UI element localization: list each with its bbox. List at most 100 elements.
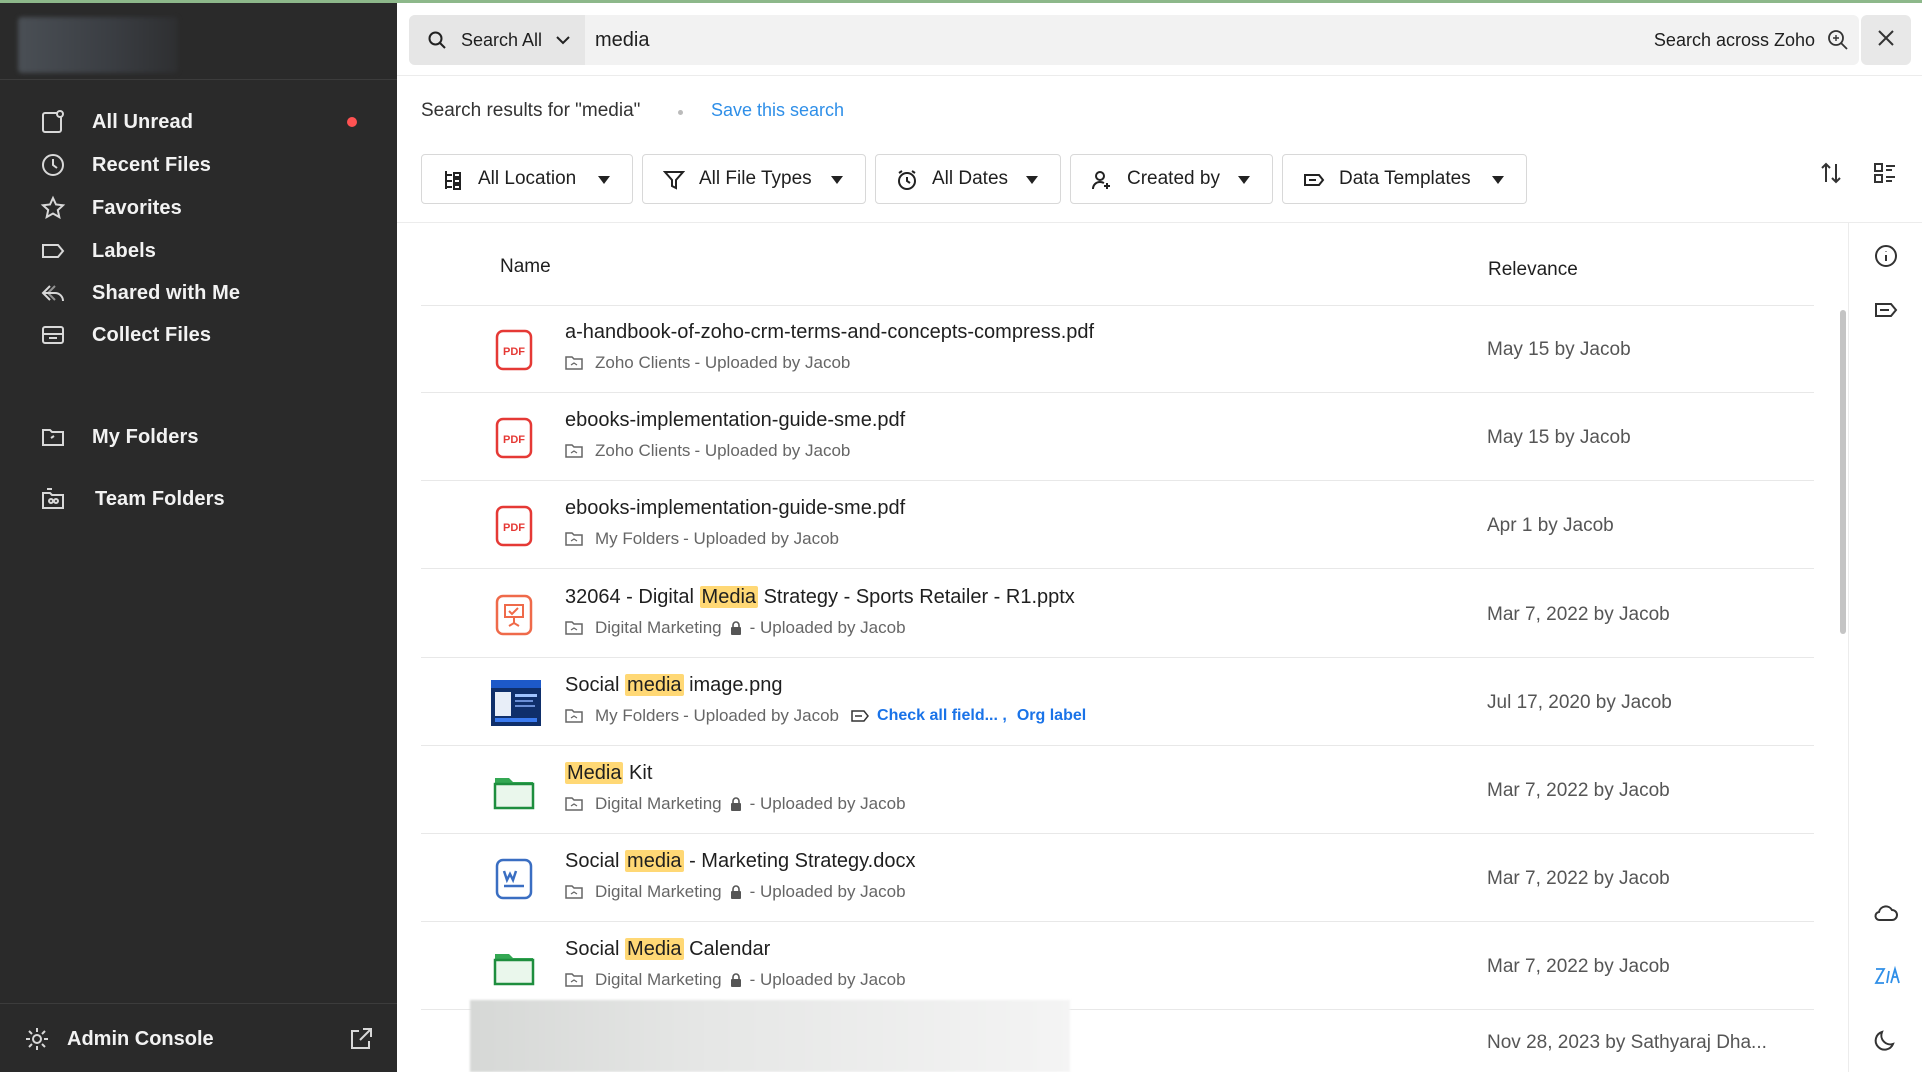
clock-icon <box>38 150 68 180</box>
file-name-text: ebooks-implementation-guide-sme.pdf <box>565 409 906 432</box>
filter-created-by[interactable]: Created by <box>1070 154 1273 204</box>
sidebar-divider <box>0 79 397 80</box>
sidebar-item-label: Labels <box>92 239 156 262</box>
folder-name[interactable]: My Folders <box>595 529 679 549</box>
table-row[interactable]: Social Media Calendar Digital Marketing - … <box>421 924 1814 1011</box>
sidebar-item-recent-files[interactable]: Recent Files <box>0 142 397 188</box>
file-name-text: Social <box>565 850 626 873</box>
cloud-icon[interactable] <box>1873 900 1899 926</box>
save-search-link[interactable]: Save this search <box>711 100 844 121</box>
label-link[interactable]: Org label <box>1017 707 1086 725</box>
folder-name[interactable]: Digital Marketing <box>595 882 722 902</box>
folder-location-icon <box>565 972 595 988</box>
filter-location-label: All Location <box>478 168 577 189</box>
org-logo[interactable] <box>18 17 178 73</box>
search-highlight: media <box>625 673 684 696</box>
table-row[interactable]: 32064 - Digital Media Strategy - Sports … <box>421 572 1814 658</box>
uploaded-by: - Uploaded by Jacob <box>749 970 906 990</box>
filter-file-types[interactable]: All File Types <box>642 154 866 204</box>
search-box: Search All Search across Zoho <box>409 15 1859 65</box>
table-row[interactable]: Social media image.png My Folders - Uploa… <box>421 660 1814 746</box>
file-name-text: Social <box>565 673 626 696</box>
unread-indicator <box>347 117 357 127</box>
file-meta: Digital Marketing - Uploaded by Jacob <box>565 618 906 638</box>
table-row[interactable]: PDF ebooks-implementation-guide-sme.pdf My… <box>421 483 1814 570</box>
filter-dates[interactable]: All Dates <box>875 154 1061 204</box>
relevance-text: Apr 1 by Jacob <box>1487 515 1614 537</box>
table-row[interactable]: Media Kit Digital Marketing - Uploaded by … <box>421 748 1814 834</box>
svg-text:PDF: PDF <box>503 522 525 534</box>
zoho-search-icon[interactable] <box>1827 29 1849 56</box>
sidebar-item-all-unread[interactable]: All Unread <box>0 99 397 145</box>
sidebar-item-label: Recent Files <box>92 153 212 176</box>
folder-name[interactable]: Digital Marketing <box>595 618 722 638</box>
search-scope-dropdown[interactable]: Search All <box>409 15 585 65</box>
pdf-file-icon: PDF <box>491 503 537 549</box>
filter-location[interactable]: All Location <box>421 154 633 204</box>
file-meta: Digital Marketing - Uploaded by Jacob <box>565 882 906 902</box>
sidebar-item-label: Collect Files <box>92 323 212 346</box>
lock-icon <box>722 885 750 900</box>
search-across-zoho[interactable]: Search across Zoho <box>1654 15 1815 65</box>
file-name[interactable]: ebooks-implementation-guide-sme.pdf <box>565 409 905 432</box>
filter-created-by-label: Created by <box>1127 168 1220 189</box>
sort-icon[interactable] <box>1818 160 1844 186</box>
external-link-icon[interactable] <box>348 1026 376 1054</box>
file-name-text: ebooks-implementation-guide-sme.pdf <box>565 497 906 520</box>
folder-name[interactable]: Zoho Clients <box>595 353 690 373</box>
admin-console-link[interactable]: Admin Console <box>0 1003 397 1072</box>
close-search-button[interactable] <box>1861 15 1911 65</box>
sidebar-item-favorites[interactable]: Favorites <box>0 185 397 231</box>
column-header-relevance[interactable]: Relevance <box>1488 259 1578 281</box>
file-name-text: - Marketing Strategy.docx <box>683 850 916 873</box>
folder-location-icon <box>565 531 595 547</box>
file-name[interactable]: 32064 - Digital Media Strategy - Sports … <box>565 585 1075 609</box>
label-link[interactable]: Check all field... , <box>877 707 1007 725</box>
folder-green-icon <box>491 944 537 990</box>
folder-green-icon <box>491 768 537 814</box>
sidebar-item-team-folders[interactable]: Team Folders <box>0 476 397 522</box>
file-name[interactable]: ebooks-implementation-guide-sme.pdf <box>565 497 905 520</box>
label-tag-icon[interactable] <box>1873 297 1899 323</box>
sidebar-item-shared-with-me[interactable]: Shared with Me <box>0 270 397 316</box>
sidebar-item-labels[interactable]: Labels <box>0 228 397 274</box>
folder-name[interactable]: Zoho Clients <box>595 441 690 461</box>
sidebar-item-collect-files[interactable]: Collect Files <box>0 312 397 358</box>
zia-icon[interactable] <box>1873 963 1900 989</box>
file-name[interactable]: a-handbook-of-zoho-crm-terms-and-concept… <box>565 321 1094 344</box>
folder-name[interactable]: My Folders <box>595 706 679 726</box>
relevance-text: May 15 by Jacob <box>1487 339 1631 360</box>
table-row[interactable]: PDF ebooks-implementation-guide-sme.pdf Zo… <box>421 395 1814 482</box>
column-header-name[interactable]: Name <box>500 256 551 278</box>
sidebar-item-my-folders[interactable]: My Folders <box>0 414 397 460</box>
table-row[interactable]: Social media - Marketing Strategy.docx Di… <box>421 836 1814 923</box>
info-icon[interactable] <box>1873 243 1899 269</box>
search-input[interactable] <box>595 15 1495 65</box>
file-name-text: Kit <box>623 762 653 784</box>
list-view-icon[interactable] <box>1872 160 1898 186</box>
relevance-text: Jul 17, 2020 by Jacob <box>1487 691 1672 713</box>
search-across-zoho-label: Search across Zoho <box>1653 29 1815 50</box>
folder-name[interactable]: Digital Marketing <box>595 970 722 990</box>
alarm-clock-icon <box>896 169 918 191</box>
filter-data-templates[interactable]: Data Templates <box>1282 154 1527 204</box>
filter-file-types-label: All File Types <box>699 168 812 189</box>
uploaded-by: - Uploaded by Jacob <box>749 882 906 902</box>
lock-icon <box>722 797 750 811</box>
uploaded-by: - Uploaded by Jacob <box>694 353 851 372</box>
file-meta: Zoho Clients - Uploaded by Jacob <box>565 441 850 461</box>
file-name[interactable]: Media Kit <box>565 762 652 785</box>
uploaded-by: - Uploaded by Jacob <box>694 441 851 461</box>
scrollbar[interactable] <box>1840 310 1846 634</box>
filter-funnel-icon <box>662 169 686 191</box>
dark-mode-icon[interactable] <box>1873 1027 1899 1053</box>
folder-name[interactable]: Digital Marketing <box>595 794 722 814</box>
file-name[interactable]: Social media - Marketing Strategy.docx <box>565 850 915 873</box>
uploaded-by: - Uploaded by Jacob <box>683 705 840 725</box>
table-row[interactable]: PDF a-handbook-of-zoho-crm-terms-and-conc… <box>421 307 1814 393</box>
right-rail <box>1848 223 1922 1072</box>
file-name[interactable]: Social media image.png <box>565 673 782 697</box>
file-name-text: Calendar <box>683 938 771 961</box>
file-name[interactable]: Social Media Calendar <box>565 938 770 961</box>
folder-location-icon <box>565 884 595 900</box>
